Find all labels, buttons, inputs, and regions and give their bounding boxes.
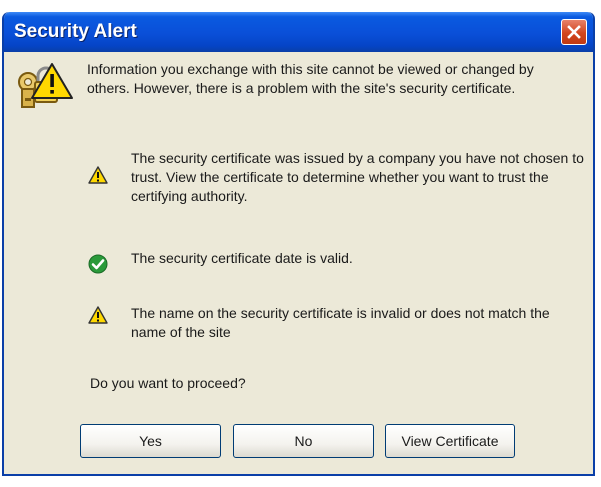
proceed-question: Do you want to proceed? (90, 375, 246, 391)
check-icon (88, 254, 108, 274)
dialog-title: Security Alert (14, 21, 137, 42)
close-button[interactable] (561, 19, 587, 45)
warning-icon (88, 306, 108, 324)
lock-warning-icon (18, 63, 73, 108)
certificate-trust-text: The security certificate was issued by a… (131, 150, 584, 204)
certificate-name-text: The name on the security certificate is … (131, 305, 550, 340)
close-icon (567, 25, 581, 39)
title-bar[interactable]: Security Alert (4, 12, 593, 52)
yes-button[interactable]: Yes (80, 424, 221, 458)
view-certificate-button[interactable]: View Certificate (385, 424, 515, 458)
intro-text: Information you exchange with this site … (87, 61, 534, 96)
warning-icon (88, 166, 108, 184)
certificate-date-text: The security certificate date is valid. (131, 250, 353, 266)
no-button[interactable]: No (233, 424, 374, 458)
